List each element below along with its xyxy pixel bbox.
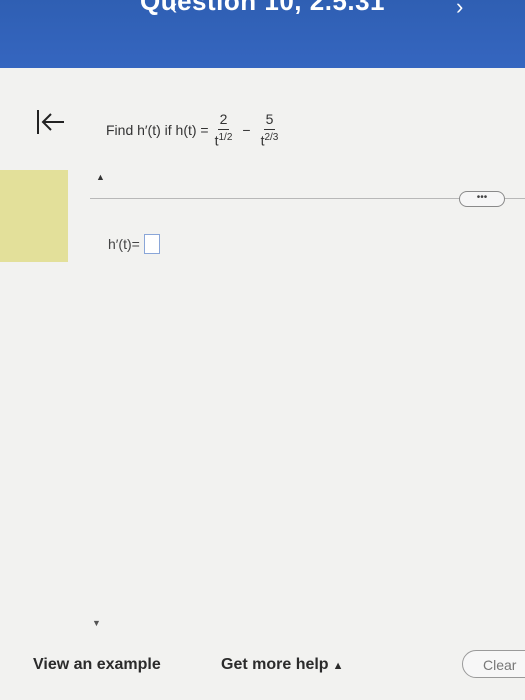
answer-label: h′(t)= xyxy=(108,236,140,252)
term1-exponent: 1/2 xyxy=(218,132,233,144)
chevron-right-icon[interactable]: › xyxy=(456,0,463,20)
term1-numerator: 2 xyxy=(217,111,230,131)
scroll-down-caret-icon[interactable]: ▼ xyxy=(92,618,101,628)
footer-bar: View an example Get more help ▲ Clear xyxy=(0,640,525,700)
question-text: Find h′(t) if h(t) = 2 t1/2 − 5 t2/3 xyxy=(106,100,284,160)
question-title: Question 10, 2.5.31 xyxy=(139,0,386,16)
get-more-help-link[interactable]: Get more help ▲ xyxy=(221,656,343,674)
get-more-help-label: Get more help xyxy=(221,656,329,673)
term2-exponent: 2/3 xyxy=(264,132,279,144)
question-prefix: Find h′(t) if h(t) = xyxy=(106,122,209,138)
answer-input[interactable] xyxy=(143,234,160,254)
side-panel-highlight xyxy=(0,170,68,262)
view-example-link[interactable]: View an example xyxy=(33,656,161,674)
fraction-term-1: 2 t1/2 xyxy=(215,111,233,149)
caret-up-icon: ▲ xyxy=(332,660,344,672)
skip-to-first-icon[interactable] xyxy=(33,104,69,140)
term2-denominator: t2/3 xyxy=(261,130,279,149)
answer-row: h′(t)= xyxy=(108,234,160,254)
term1-denominator: t1/2 xyxy=(215,130,233,149)
fraction-term-2: 5 t2/3 xyxy=(261,111,279,149)
more-options-button[interactable]: ••• xyxy=(459,191,505,207)
minus-operator: − xyxy=(242,122,251,138)
term2-numerator: 5 xyxy=(263,111,276,131)
clear-button[interactable]: Clear xyxy=(462,650,525,678)
collapse-caret-icon[interactable]: ▲ xyxy=(96,172,105,182)
header-bar: ‹ Question 10, 2.5.31 › xyxy=(0,0,525,68)
